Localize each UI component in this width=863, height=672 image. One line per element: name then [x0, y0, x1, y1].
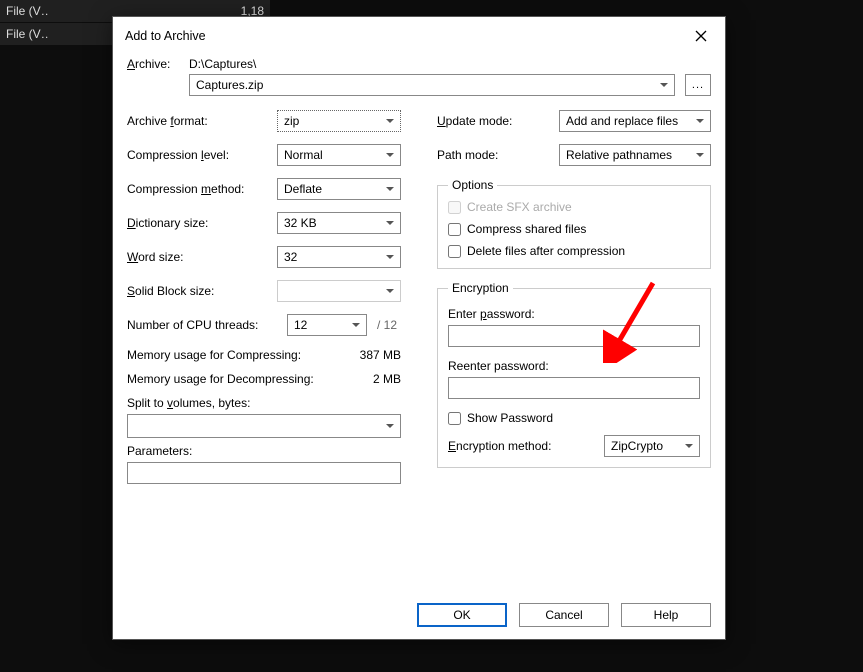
- enter-password-input[interactable]: [448, 325, 700, 347]
- path-mode-select[interactable]: Relative pathnames: [559, 144, 711, 166]
- split-volumes-select[interactable]: [127, 414, 401, 438]
- cpu-threads-label: Number of CPU threads:: [127, 318, 287, 332]
- dialog-footer: OK Cancel Help: [113, 593, 725, 639]
- mem-compress-label: Memory usage for Compressing:: [127, 348, 301, 362]
- word-size-select[interactable]: 32: [277, 246, 401, 268]
- parameters-label: Parameters:: [127, 444, 401, 458]
- options-legend: Options: [448, 178, 497, 192]
- dictionary-size-label: Dictionary size:: [127, 216, 277, 230]
- options-group: Options Create SFX archive Compress shar…: [437, 178, 711, 269]
- reenter-password-label: Reenter password:: [448, 359, 700, 373]
- ok-button[interactable]: OK: [417, 603, 507, 627]
- help-button[interactable]: Help: [621, 603, 711, 627]
- archive-name-value: Captures.zip: [196, 78, 263, 92]
- browse-button[interactable]: ...: [685, 74, 711, 96]
- compress-shared-row[interactable]: Compress shared files: [448, 222, 700, 236]
- sfx-checkbox: [448, 201, 461, 214]
- compression-level-label: Compression level:: [127, 148, 277, 162]
- solid-block-select: [277, 280, 401, 302]
- show-password-label: Show Password: [467, 411, 553, 425]
- bg-filename: File (V…: [6, 4, 48, 18]
- mem-compress-value: 387 MB: [360, 348, 401, 362]
- path-mode-label: Path mode:: [437, 148, 559, 162]
- archive-label: Archive:: [127, 57, 189, 71]
- archive-format-label: Archive format:: [127, 114, 277, 128]
- update-mode-select[interactable]: Add and replace files: [559, 110, 711, 132]
- sfx-label: Create SFX archive: [467, 200, 572, 214]
- cpu-threads-select[interactable]: 12: [287, 314, 367, 336]
- update-mode-label: Update mode:: [437, 114, 559, 128]
- mem-decompress-label: Memory usage for Decompressing:: [127, 372, 314, 386]
- archive-format-select[interactable]: zip: [277, 110, 401, 132]
- encryption-method-select[interactable]: ZipCrypto: [604, 435, 700, 457]
- split-volumes-label: Split to volumes, bytes:: [127, 396, 401, 410]
- mem-decompress-value: 2 MB: [373, 372, 401, 386]
- delete-after-row[interactable]: Delete files after compression: [448, 244, 700, 258]
- dialog-title: Add to Archive: [125, 29, 687, 43]
- encryption-group: Encryption Enter password: Reenter passw…: [437, 281, 711, 468]
- archive-path: D:\Captures\: [189, 57, 711, 71]
- close-icon: [695, 30, 707, 42]
- bg-filename: File (V…: [6, 27, 48, 41]
- delete-after-checkbox[interactable]: [448, 245, 461, 258]
- show-password-checkbox[interactable]: [448, 412, 461, 425]
- titlebar: Add to Archive: [113, 17, 725, 53]
- cancel-button[interactable]: Cancel: [519, 603, 609, 627]
- encryption-legend: Encryption: [448, 281, 513, 295]
- dictionary-size-select[interactable]: 32 KB: [277, 212, 401, 234]
- compression-method-label: Compression method:: [127, 182, 277, 196]
- reenter-password-input[interactable]: [448, 377, 700, 399]
- compression-method-select[interactable]: Deflate: [277, 178, 401, 200]
- compress-shared-label: Compress shared files: [467, 222, 586, 236]
- sfx-checkbox-row: Create SFX archive: [448, 200, 700, 214]
- parameters-input[interactable]: [127, 462, 401, 484]
- delete-after-label: Delete files after compression: [467, 244, 625, 258]
- word-size-label: Word size:: [127, 250, 277, 264]
- show-password-row[interactable]: Show Password: [448, 411, 700, 425]
- compress-shared-checkbox[interactable]: [448, 223, 461, 236]
- close-button[interactable]: [687, 25, 715, 47]
- archive-name-select[interactable]: Captures.zip: [189, 74, 675, 96]
- enter-password-label: Enter password:: [448, 307, 700, 321]
- encryption-method-label: Encryption method:: [448, 439, 604, 453]
- cpu-threads-max: / 12: [377, 318, 397, 332]
- solid-block-label: Solid Block size:: [127, 284, 277, 298]
- compression-level-select[interactable]: Normal: [277, 144, 401, 166]
- add-to-archive-dialog: Add to Archive Archive: D:\Captures\ Cap…: [112, 16, 726, 640]
